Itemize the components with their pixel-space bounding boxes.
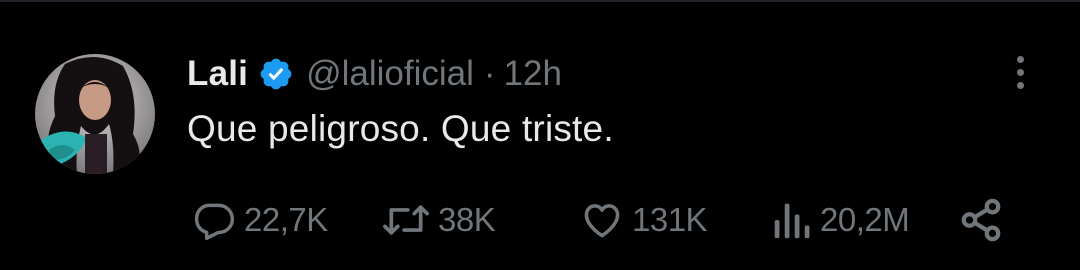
share-button[interactable] xyxy=(958,196,1004,244)
more-dot xyxy=(1016,55,1024,63)
separator-dot: · xyxy=(483,54,496,93)
reply-count: 22,7K xyxy=(244,201,328,238)
avatar-image xyxy=(35,54,155,174)
heart-icon xyxy=(580,198,624,242)
repost-icon xyxy=(382,198,430,242)
like-count: 131K xyxy=(632,201,708,238)
repost-count: 38K xyxy=(438,201,496,238)
like-button[interactable]: 131K xyxy=(580,196,708,244)
author-name[interactable]: Lali xyxy=(187,54,248,94)
tweet-header: Lali @lalioficial · 12h xyxy=(187,50,562,98)
reply-icon xyxy=(192,198,236,242)
avatar[interactable] xyxy=(35,54,155,174)
more-dot xyxy=(1016,81,1024,89)
verified-badge-icon xyxy=(258,56,294,92)
more-dot xyxy=(1016,68,1024,76)
views-button[interactable]: 20,2M xyxy=(772,196,910,244)
top-divider xyxy=(0,0,1080,2)
more-vertical-icon[interactable] xyxy=(1008,50,1032,94)
views-count: 20,2M xyxy=(820,201,910,238)
repost-button[interactable]: 38K xyxy=(382,196,496,244)
timestamp[interactable]: 12h xyxy=(504,54,562,94)
share-icon xyxy=(958,197,1004,243)
author-handle[interactable]: @lalioficial xyxy=(306,54,474,94)
reply-button[interactable]: 22,7K xyxy=(192,196,328,244)
views-icon xyxy=(772,198,812,242)
tweet-text: Que peligroso. Que triste. xyxy=(187,108,614,149)
